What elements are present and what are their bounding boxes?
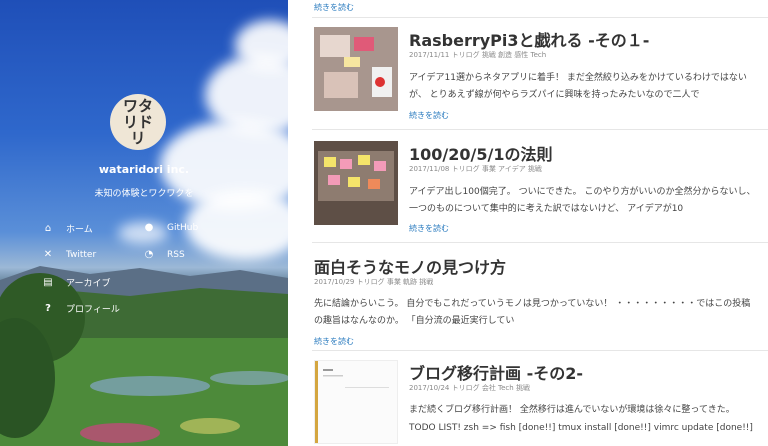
post-title[interactable]: ブログ移行計画 -その2- xyxy=(409,360,583,384)
site-logo[interactable]: ワタリドリ xyxy=(110,94,166,150)
post-title[interactable]: 面白そうなモノの見つけ方 xyxy=(314,254,506,278)
nav-label: Twitter xyxy=(66,249,97,260)
thumbnail-image xyxy=(314,27,398,111)
nav-item-github[interactable]: ● GitHub xyxy=(143,222,199,233)
nav-label: アーカイブ xyxy=(66,279,111,289)
nav-label: プロフィール xyxy=(66,305,120,315)
post-tags[interactable]: トリログ 会社 Tech 挑戦 xyxy=(452,384,530,392)
cloud-shape xyxy=(185,190,288,260)
post-date: 2017/10/29 xyxy=(314,278,355,286)
divider xyxy=(312,350,768,351)
post-excerpt-line-2: TODO LIST! zsh => fish [done!!] tmux ins… xyxy=(409,423,753,433)
nav-label: RSS xyxy=(167,249,185,260)
post-excerpt: アイデア出し100個完了。 ついにできた。 このやり方がいいのか全然分からないし… xyxy=(409,187,756,214)
rss-icon: ◔ xyxy=(144,249,154,260)
nav-item-rss[interactable]: ◔ RSS xyxy=(143,249,185,260)
twitter-icon: ✕ xyxy=(43,249,53,260)
read-more-link[interactable]: 続きを読む xyxy=(314,336,354,347)
nav-label: ホーム xyxy=(66,225,93,235)
thumbnail-image xyxy=(314,141,398,225)
post-excerpt: 先に結論からいこう。 自分でもこれだっていうモノは見つかっていない！ ・・・・・… xyxy=(314,299,751,326)
divider xyxy=(312,17,768,18)
post-thumbnail[interactable] xyxy=(314,141,398,225)
nav-label: GitHub xyxy=(167,222,199,233)
post-title[interactable]: RasberryPi3と戯れる -その１- xyxy=(409,27,649,51)
post-title[interactable]: 100/20/5/1の法則 xyxy=(409,141,552,165)
sidebar: ワタリドリ wataridori inc. 未知の体験とワクワクを ⌂ ホーム … xyxy=(0,0,288,446)
logo-text: ワタリドリ xyxy=(122,97,153,147)
home-icon: ⌂ xyxy=(44,223,52,234)
read-more-link[interactable]: 続きを読む xyxy=(409,110,449,121)
nav-item-home[interactable]: ⌂ ホーム xyxy=(42,222,93,235)
post-meta: 2017/11/08 トリログ 事業 アイデア 挑戦 xyxy=(409,164,542,174)
read-more-link[interactable]: 続きを読む xyxy=(409,223,449,234)
nav-item-twitter[interactable]: ✕ Twitter xyxy=(42,249,96,260)
thumbnail-image xyxy=(315,361,397,443)
post-excerpt: アイデア11選からネタアプリに着手！ まだ全然絞り込みをかけているわけではないが… xyxy=(409,73,747,100)
post-thumbnail[interactable] xyxy=(314,27,398,111)
post-meta: 2017/10/29 トリログ 事業 軌跡 挑戦 xyxy=(314,277,433,287)
post-tags[interactable]: トリログ 事業 アイデア 挑戦 xyxy=(452,165,542,173)
post-date: 2017/11/08 xyxy=(409,165,450,173)
post-thumbnail[interactable] xyxy=(314,360,398,444)
site-tagline: 未知の体験とワクワクを xyxy=(94,189,194,199)
github-icon: ● xyxy=(144,222,154,233)
divider xyxy=(312,129,768,130)
post-tags[interactable]: トリログ 事業 軌跡 挑戦 xyxy=(357,278,434,286)
post-meta: 2017/10/24 トリログ 会社 Tech 挑戦 xyxy=(409,383,530,393)
post-date: 2017/10/24 xyxy=(409,384,450,392)
post-meta: 2017/11/11 トリログ 挑戦 創造 感性 Tech xyxy=(409,50,546,60)
post-list: 続きを読む RasberryPi3と戯れる -その１- 2017/11/11 ト… xyxy=(288,0,768,446)
question-icon: ? xyxy=(45,303,51,314)
divider xyxy=(312,242,768,243)
post-tags[interactable]: トリログ 挑戦 創造 感性 Tech xyxy=(452,51,547,59)
nav-item-archive[interactable]: ▤ アーカイブ xyxy=(42,276,110,289)
nav-item-profile[interactable]: ? プロフィール xyxy=(42,302,120,315)
post-date: 2017/11/11 xyxy=(409,51,450,59)
read-more-link[interactable]: 続きを読む xyxy=(314,2,354,13)
post-excerpt: まだ続くブログ移行計画！ 全然移行は進んでいないが環境は徐々に整ってきた。 xyxy=(409,405,735,415)
archive-icon: ▤ xyxy=(43,277,53,288)
site-name[interactable]: wataridori inc. xyxy=(0,163,288,176)
